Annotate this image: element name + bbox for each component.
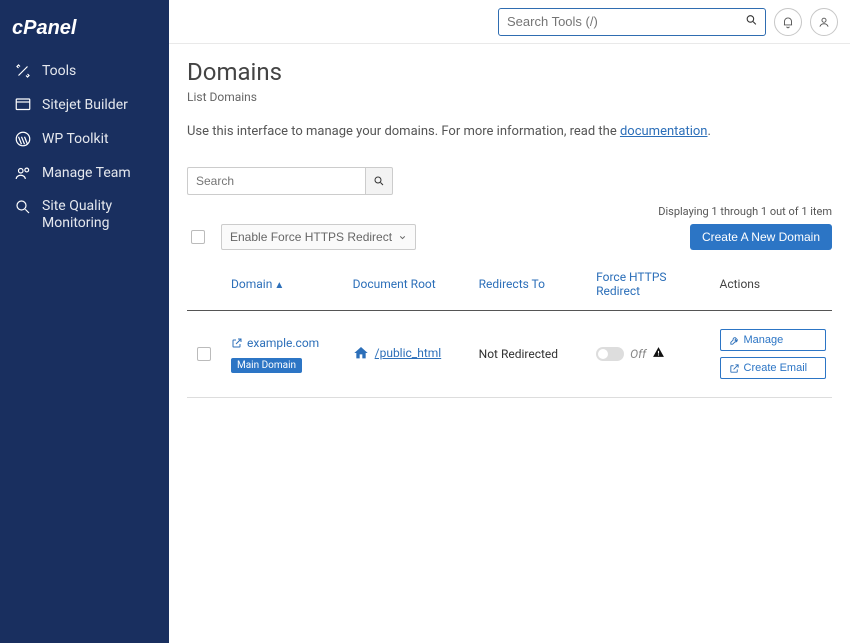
home-icon — [353, 345, 369, 361]
https-state-label: Off — [630, 347, 646, 361]
wordpress-icon — [14, 130, 32, 148]
manage-label: Manage — [744, 334, 784, 346]
redirects-to-cell: Not Redirected — [473, 311, 590, 398]
account-button[interactable] — [810, 8, 838, 36]
sidebar-item-label: Sitejet Builder — [42, 97, 128, 114]
enable-https-button[interactable]: Enable Force HTTPS Redirect — [221, 224, 416, 250]
description-suffix: . — [707, 124, 710, 139]
topbar — [169, 0, 850, 44]
page-description: Use this interface to manage your domain… — [187, 124, 832, 139]
domains-table: Domain▲ Document Root Redirects To Force… — [187, 260, 832, 398]
svg-text:cPanel: cPanel — [12, 17, 77, 39]
main-column: Domains List Domains Use this interface … — [169, 0, 850, 643]
sitejet-icon — [14, 96, 32, 114]
local-search-input[interactable] — [187, 167, 365, 195]
https-toggle[interactable] — [596, 347, 624, 361]
sidebar-item-manage-team[interactable]: Manage Team — [0, 156, 169, 190]
document-root-path: /public_html — [375, 346, 442, 360]
sidebar-item-label: WP Toolkit — [42, 131, 109, 148]
warning-icon — [652, 346, 665, 362]
local-search-button[interactable] — [365, 167, 393, 195]
create-email-button[interactable]: Create Email — [720, 357, 827, 379]
chevron-down-icon — [398, 233, 407, 242]
bulk-action-toolbar: Enable Force HTTPS Redirect Create A New… — [187, 224, 832, 250]
magnify-icon — [14, 198, 32, 216]
sidebar-item-label: Manage Team — [42, 165, 131, 182]
cpanel-logo: cPanel — [0, 8, 169, 54]
https-redirect-cell: Off — [596, 346, 707, 362]
page-title: Domains — [187, 58, 832, 86]
global-search — [498, 8, 766, 36]
content-area: Domains List Domains Use this interface … — [169, 44, 850, 416]
main-domain-badge: Main Domain — [231, 358, 302, 373]
sidebar-item-site-quality[interactable]: Site Quality Monitoring — [0, 190, 169, 240]
team-icon — [14, 164, 32, 182]
domain-name: example.com — [247, 336, 319, 350]
sidebar: cPanel Tools Sitejet Builder WP Toolk — [0, 0, 169, 643]
external-link-icon — [729, 363, 740, 374]
sidebar-item-sitejet[interactable]: Sitejet Builder — [0, 88, 169, 122]
external-link-icon — [231, 337, 243, 349]
header-checkbox — [187, 260, 225, 311]
local-search-bar — [187, 167, 832, 195]
breadcrumb: List Domains — [187, 90, 832, 104]
enable-https-label: Enable Force HTTPS Redirect — [230, 230, 392, 244]
domain-link[interactable]: example.com — [231, 336, 319, 350]
search-icon — [373, 175, 385, 187]
row-checkbox[interactable] — [197, 347, 211, 361]
user-icon — [817, 15, 831, 29]
bell-icon — [781, 15, 795, 29]
global-search-input[interactable] — [498, 8, 766, 36]
notifications-button[interactable] — [774, 8, 802, 36]
documentation-link[interactable]: documentation — [620, 124, 708, 139]
document-root-link[interactable]: /public_html — [353, 345, 442, 361]
table-row: example.com Main Domain /public_html N — [187, 311, 832, 398]
wrench-icon — [729, 335, 740, 346]
sidebar-item-wptoolkit[interactable]: WP Toolkit — [0, 122, 169, 156]
sidebar-nav: Tools Sitejet Builder WP Toolkit Manage … — [0, 54, 169, 240]
manage-button[interactable]: Manage — [720, 329, 827, 351]
sidebar-item-tools[interactable]: Tools — [0, 54, 169, 88]
create-email-label: Create Email — [744, 362, 808, 374]
domain-cell: example.com Main Domain — [231, 336, 341, 373]
tools-icon — [14, 62, 32, 80]
sort-asc-icon: ▲ — [274, 280, 284, 291]
header-force-https[interactable]: Force HTTPS Redirect — [590, 260, 713, 311]
actions-cell: Manage Create Email — [720, 329, 827, 379]
display-count-text: Displaying 1 through 1 out of 1 item — [187, 205, 832, 218]
search-icon — [745, 13, 758, 30]
header-domain[interactable]: Domain▲ — [225, 260, 347, 311]
header-actions: Actions — [714, 260, 833, 311]
select-all-checkbox[interactable] — [191, 230, 205, 244]
create-domain-button[interactable]: Create A New Domain — [690, 224, 832, 250]
sidebar-item-label: Site Quality Monitoring — [42, 198, 155, 232]
sidebar-item-label: Tools — [42, 63, 76, 80]
header-redirects-to[interactable]: Redirects To — [473, 260, 590, 311]
description-text: Use this interface to manage your domain… — [187, 124, 620, 139]
header-document-root[interactable]: Document Root — [347, 260, 473, 311]
